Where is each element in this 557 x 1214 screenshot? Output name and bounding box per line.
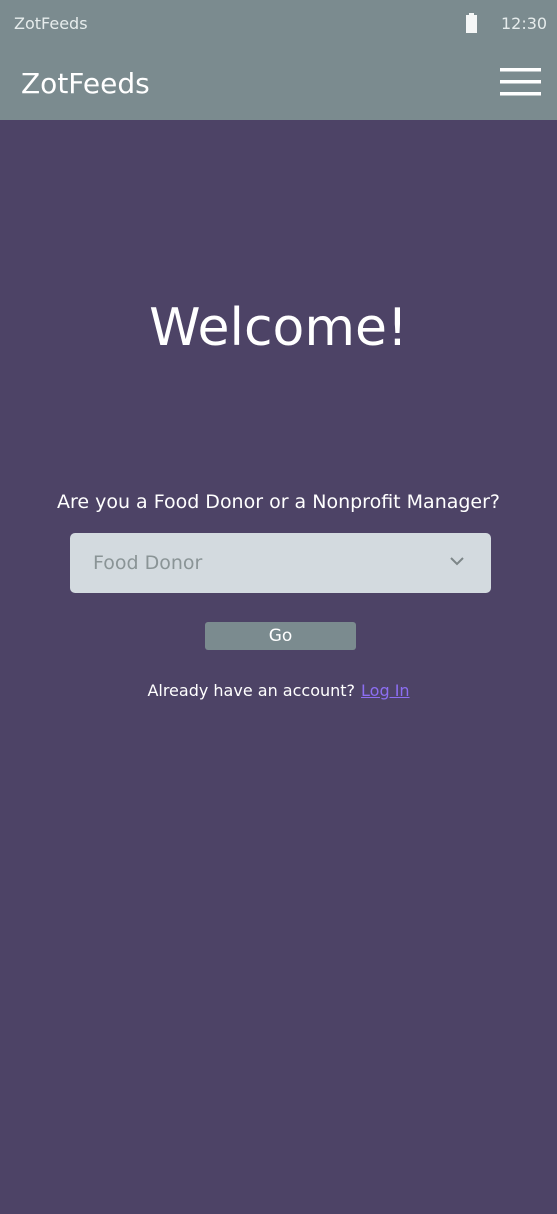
status-bar: ZotFeeds 12:30: [0, 0, 557, 48]
status-app-name: ZotFeeds: [14, 14, 88, 33]
app-title: ZotFeeds: [21, 67, 150, 100]
app-bar: ZotFeeds: [0, 48, 557, 120]
role-question: Are you a Food Donor or a Nonprofit Mana…: [56, 491, 501, 513]
chevron-down-icon: [450, 557, 464, 566]
page: ZotFeeds 12:30 ZotFeeds Welcome! Are you…: [0, 0, 557, 1214]
login-link[interactable]: Log In: [361, 681, 410, 700]
hamburger-menu-icon[interactable]: [500, 66, 541, 98]
welcome-heading: Welcome!: [149, 298, 408, 358]
go-button[interactable]: Go: [205, 622, 356, 650]
status-time: 12:30: [501, 14, 548, 33]
role-select[interactable]: Food Donor: [70, 533, 491, 593]
role-select-value: Food Donor: [93, 552, 203, 574]
battery-full-icon: [466, 13, 477, 33]
account-prompt: Already have an account?: [147, 681, 356, 700]
account-row: Already have an account? Log In: [0, 681, 557, 700]
